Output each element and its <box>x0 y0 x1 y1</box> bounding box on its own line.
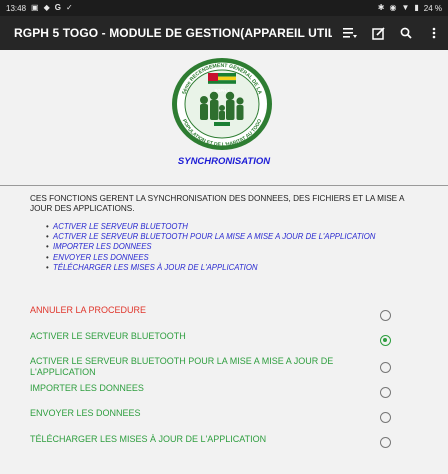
list-item: ENVOYER LES DONNEES <box>46 253 375 263</box>
option-label: ANNULER LA PROCEDURE <box>30 305 147 315</box>
radio-telecharger-maj[interactable] <box>380 437 391 448</box>
edit-icon[interactable] <box>364 16 392 50</box>
option-annuler-procedure[interactable]: ANNULER LA PROCEDURE <box>30 305 430 316</box>
list-item: IMPORTER LES DONNEES <box>46 242 375 252</box>
census-logo: RGPH-5 5ème RECENSEMENT GÉNÉRAL DE LA PO… <box>170 56 274 152</box>
shield-icon: ◆ <box>43 3 50 12</box>
option-label: ACTIVER LE SERVEUR BLUETOOTH POUR LA MIS… <box>30 356 334 377</box>
more-vert-icon[interactable] <box>420 16 448 50</box>
battery-level: 24 % <box>423 3 442 13</box>
list-item: TÉLÉCHARGER LES MISES À JOUR DE L'APPLIC… <box>46 263 375 273</box>
svg-text:RGPH-5: RGPH-5 <box>214 88 230 93</box>
status-bar: 13:48 ▣ ◆ G ✓ ✱ ◉ ▼ ▮ 24 % <box>0 0 448 16</box>
option-envoyer-donnees[interactable]: ENVOYER LES DONNEES <box>30 408 430 419</box>
radio-annuler-procedure[interactable] <box>380 310 391 321</box>
sort-menu-icon[interactable] <box>336 16 364 50</box>
check-icon: ✓ <box>65 3 73 12</box>
radio-activer-bluetooth[interactable] <box>380 335 391 346</box>
option-telecharger-maj[interactable]: TÉLÉCHARGER LES MISES À JOUR DE L'APPLIC… <box>30 434 430 445</box>
image-icon: ▣ <box>31 3 39 12</box>
option-label: TÉLÉCHARGER LES MISES À JOUR DE L'APPLIC… <box>30 434 267 444</box>
location-icon: ◉ <box>389 3 397 12</box>
wifi-icon: ▼ <box>401 3 410 12</box>
battery-icon: ▮ <box>414 3 419 12</box>
option-label: IMPORTER LES DONNEES <box>30 383 144 393</box>
bluetooth-icon: ✱ <box>377 3 385 12</box>
option-activer-bluetooth-maj[interactable]: ACTIVER LE SERVEUR BLUETOOTH POUR LA MIS… <box>30 356 430 378</box>
list-item: ACTIVER LE SERVEUR BLUETOOTH <box>46 222 375 232</box>
radio-activer-bluetooth-maj[interactable] <box>380 362 391 373</box>
section-title: SYNCHRONISATION <box>177 156 271 167</box>
list-item: ACTIVER LE SERVEUR BLUETOOTH POUR LA MIS… <box>46 232 375 242</box>
divider <box>0 185 448 186</box>
radio-importer-donnees[interactable] <box>380 387 391 398</box>
app-title: RGPH 5 TOGO - MODULE DE GESTION(APPAREIL… <box>14 26 332 40</box>
status-time: 13:48 <box>6 3 27 13</box>
option-label: ACTIVER LE SERVEUR BLUETOOTH <box>30 331 186 341</box>
radio-envoyer-donnees[interactable] <box>380 412 391 423</box>
option-importer-donnees[interactable]: IMPORTER LES DONNEES <box>30 383 430 394</box>
app-bar: RGPH 5 TOGO - MODULE DE GESTION(APPAREIL… <box>0 16 448 50</box>
option-label: ENVOYER LES DONNEES <box>30 408 141 418</box>
g-letter-icon: G <box>54 3 61 12</box>
function-list: ACTIVER LE SERVEUR BLUETOOTH ACTIVER LE … <box>46 222 375 273</box>
search-icon[interactable] <box>392 16 420 50</box>
option-activer-bluetooth[interactable]: ACTIVER LE SERVEUR BLUETOOTH <box>30 331 430 342</box>
description-text: CES FONCTIONS GERENT LA SYNCHRONISATION … <box>30 194 404 213</box>
